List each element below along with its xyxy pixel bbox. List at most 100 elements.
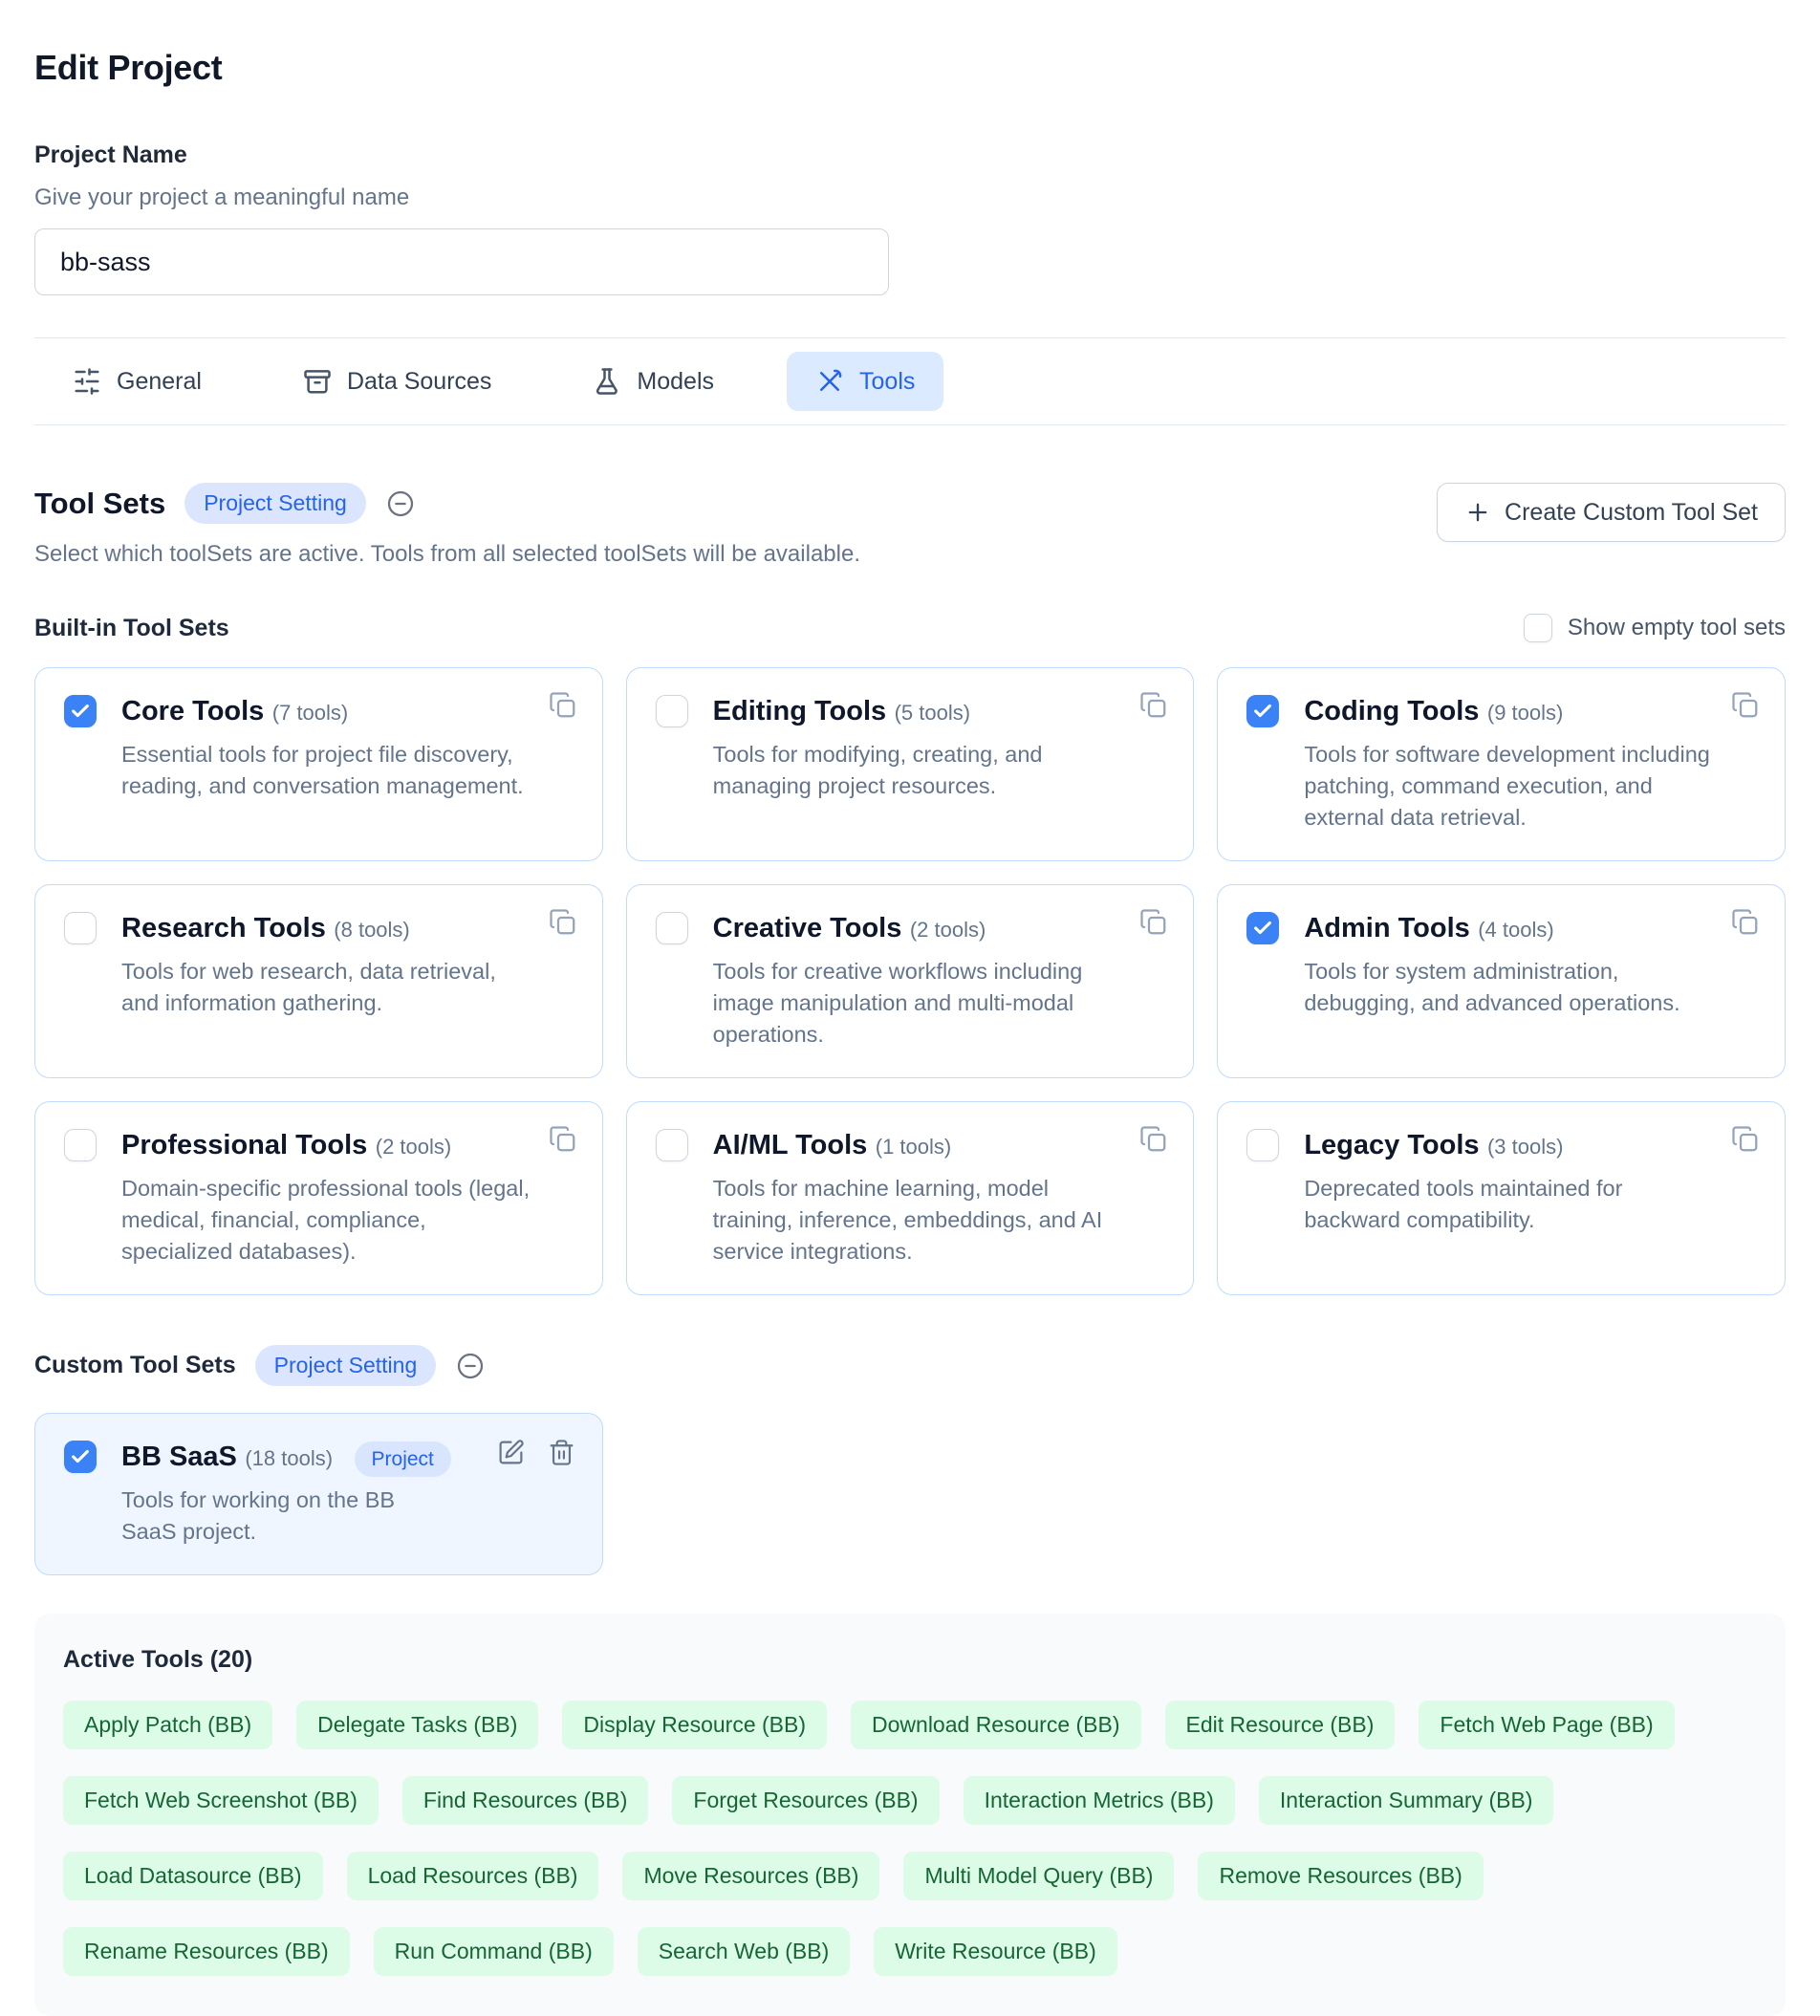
copy-icon: [1731, 1125, 1760, 1154]
toolset-card[interactable]: Core Tools (7 tools) Essential tools for…: [34, 667, 603, 861]
toolset-card[interactable]: Admin Tools (4 tools) Tools for system a…: [1217, 884, 1786, 1078]
collapse-section-button[interactable]: [385, 488, 416, 519]
project-setting-badge: Project Setting: [184, 483, 366, 524]
tab-label: Models: [637, 368, 714, 396]
toolset-name: Core Tools: [121, 696, 264, 726]
copy-toolset-button[interactable]: [1731, 1125, 1760, 1157]
active-tool-pill: Display Resource (BB): [562, 1701, 827, 1749]
copy-toolset-button[interactable]: [549, 1125, 577, 1157]
check-icon: [70, 1446, 91, 1467]
toolset-card[interactable]: Coding Tools (9 tools) Tools for softwar…: [1217, 667, 1786, 861]
toolset-name: Research Tools: [121, 913, 326, 943]
tab-label: Tools: [859, 368, 915, 396]
project-name-input[interactable]: [34, 228, 889, 295]
toolset-checkbox[interactable]: [64, 912, 97, 944]
active-tool-pill: Download Resource (BB): [851, 1701, 1141, 1749]
copy-icon: [1731, 908, 1760, 937]
toolset-card[interactable]: AI/ML Tools (1 tools) Tools for machine …: [626, 1101, 1195, 1295]
toolset-checkbox[interactable]: [656, 1129, 688, 1161]
copy-icon: [549, 1125, 577, 1154]
tab-general[interactable]: General: [44, 352, 230, 411]
toolset-description: Tools for machine learning, model traini…: [713, 1173, 1165, 1268]
show-empty-checkbox[interactable]: [1524, 614, 1552, 642]
toolset-count: (9 tools): [1487, 701, 1563, 725]
tab-data-sources[interactable]: Data Sources: [274, 352, 520, 411]
check-icon: [70, 701, 91, 722]
copy-toolset-button[interactable]: [1139, 691, 1168, 723]
toolset-description: Tools for software development including…: [1304, 739, 1756, 834]
toolset-count: (18 tools): [245, 1446, 333, 1470]
toolset-name: Legacy Tools: [1304, 1130, 1479, 1160]
toolset-checkbox[interactable]: [656, 912, 688, 944]
archive-icon: [303, 367, 332, 396]
toolset-description: Domain-specific professional tools (lega…: [121, 1173, 574, 1268]
tabs: General Data Sources Models Tools: [34, 337, 1786, 425]
show-empty-label: Show empty tool sets: [1568, 615, 1786, 641]
toolset-card[interactable]: Professional Tools (2 tools) Domain-spec…: [34, 1101, 603, 1295]
toolset-checkbox[interactable]: [1246, 695, 1279, 727]
toolset-name: AI/ML Tools: [713, 1130, 868, 1160]
toolset-checkbox[interactable]: [1246, 1129, 1279, 1161]
copy-toolset-button[interactable]: [1139, 1125, 1168, 1157]
active-tool-pill: Interaction Metrics (BB): [964, 1776, 1235, 1825]
toolset-count: (4 tools): [1478, 918, 1553, 942]
toolset-name: Editing Tools: [713, 696, 887, 726]
show-empty-toolsets-toggle[interactable]: Show empty tool sets: [1524, 614, 1786, 642]
check-icon: [1252, 918, 1273, 939]
custom-toolsets-heading: Custom Tool Sets: [34, 1352, 236, 1379]
toolset-description: Essential tools for project file discove…: [121, 739, 574, 802]
project-name-label: Project Name: [34, 141, 1786, 169]
tab-models[interactable]: Models: [564, 352, 743, 411]
toolset-description: Tools for creative workflows including i…: [713, 956, 1165, 1051]
toolset-checkbox[interactable]: [1246, 912, 1279, 944]
active-tool-pill: Multi Model Query (BB): [903, 1852, 1174, 1900]
toolset-name: Creative Tools: [713, 913, 902, 943]
toolset-count: (7 tools): [272, 701, 348, 725]
project-setting-badge: Project Setting: [255, 1345, 437, 1386]
copy-toolset-button[interactable]: [1731, 691, 1760, 723]
copy-toolset-button[interactable]: [1731, 908, 1760, 940]
active-tool-pill: Load Datasource (BB): [63, 1852, 323, 1900]
toolset-card[interactable]: Editing Tools (5 tools) Tools for modify…: [626, 667, 1195, 861]
toolsets-description: Select which toolSets are active. Tools …: [34, 541, 860, 568]
active-tool-pill: Fetch Web Screenshot (BB): [63, 1776, 379, 1825]
copy-toolset-button[interactable]: [1139, 908, 1168, 940]
toolset-checkbox[interactable]: [64, 1441, 97, 1473]
copy-toolset-button[interactable]: [549, 908, 577, 940]
active-tool-pill: Rename Resources (BB): [63, 1927, 350, 1976]
delete-toolset-button[interactable]: [548, 1439, 575, 1469]
project-name-helper: Give your project a meaningful name: [34, 184, 1786, 211]
toolset-card[interactable]: Creative Tools (2 tools) Tools for creat…: [626, 884, 1195, 1078]
toolset-checkbox[interactable]: [656, 695, 688, 727]
edit-toolset-button[interactable]: [497, 1439, 525, 1469]
toolset-count: (3 tools): [1487, 1135, 1563, 1159]
create-custom-tool-set-button[interactable]: Create Custom Tool Set: [1437, 483, 1786, 542]
toolset-card[interactable]: Research Tools (8 tools) Tools for web r…: [34, 884, 603, 1078]
check-icon: [1252, 701, 1273, 722]
builtin-grid: Core Tools (7 tools) Essential tools for…: [34, 667, 1786, 1295]
tab-label: Data Sources: [347, 368, 491, 396]
toolset-card[interactable]: Legacy Tools (3 tools) Deprecated tools …: [1217, 1101, 1786, 1295]
project-badge: Project: [355, 1442, 451, 1477]
copy-icon: [1139, 908, 1168, 937]
copy-icon: [549, 691, 577, 720]
toolset-checkbox[interactable]: [64, 1129, 97, 1161]
plus-icon: [1464, 499, 1491, 526]
active-tool-pill: Remove Resources (BB): [1198, 1852, 1483, 1900]
toolset-count: (1 tools): [876, 1135, 951, 1159]
copy-icon: [549, 908, 577, 937]
minus-circle-icon: [455, 1351, 486, 1381]
toolset-description: Tools for web research, data retrieval, …: [121, 956, 574, 1019]
flask-icon: [593, 367, 621, 396]
active-tool-pill: Write Resource (BB): [874, 1927, 1116, 1976]
copy-icon: [1139, 691, 1168, 720]
sliders-icon: [73, 367, 101, 396]
tab-tools[interactable]: Tools: [787, 352, 943, 411]
toolset-count: (2 tools): [376, 1135, 451, 1159]
collapse-custom-section-button[interactable]: [455, 1351, 486, 1381]
toolset-name: Professional Tools: [121, 1130, 367, 1160]
active-tool-pill: Find Resources (BB): [402, 1776, 648, 1825]
copy-toolset-button[interactable]: [549, 691, 577, 723]
toolset-checkbox[interactable]: [64, 695, 97, 727]
custom-toolset-card[interactable]: BB SaaS (18 tools) Project Tools for wor…: [34, 1413, 603, 1575]
